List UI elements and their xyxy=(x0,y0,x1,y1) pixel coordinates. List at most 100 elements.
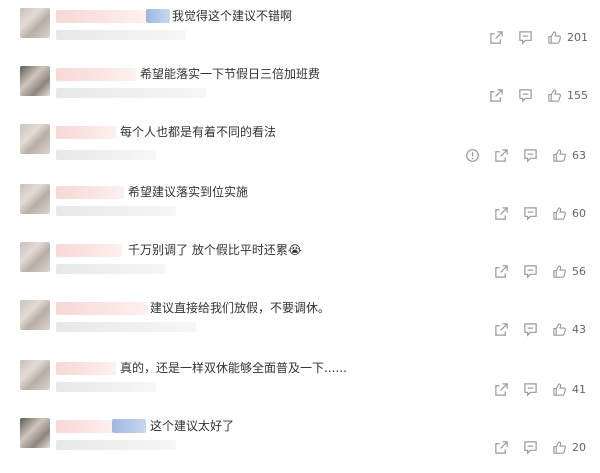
forward-icon xyxy=(490,30,503,44)
forward-icon xyxy=(495,382,508,396)
reply-button[interactable] xyxy=(523,206,538,221)
like-button[interactable]: 43 xyxy=(552,322,588,337)
forward-button[interactable] xyxy=(494,264,509,279)
comment-text: 建议直接给我们放假，不要调休。 xyxy=(150,301,331,315)
comment-meta-blurred xyxy=(56,150,156,160)
comment-actions: 56 xyxy=(480,262,588,280)
comment-feed: 我觉得这个建议不错啊 201 希望能落实一下节假日三倍加班费 155 每个人也都… xyxy=(0,0,600,473)
forward-icon xyxy=(495,264,508,278)
forward-button[interactable] xyxy=(489,88,504,103)
avatar[interactable] xyxy=(20,300,50,330)
reply-button[interactable] xyxy=(518,88,533,103)
comment-actions: 63 xyxy=(451,146,588,164)
comment-meta-blurred xyxy=(56,264,166,274)
comment-text: 希望建议落实到位实施 xyxy=(128,185,249,199)
thumbs-up-icon xyxy=(553,206,566,220)
comment-meta-blurred xyxy=(56,206,176,216)
like-count: 155 xyxy=(567,88,588,102)
forward-button[interactable] xyxy=(494,382,509,397)
like-button[interactable]: 56 xyxy=(552,264,588,279)
comment-icon xyxy=(524,206,537,221)
comment-meta-blurred xyxy=(56,382,156,392)
user-badge xyxy=(146,9,170,23)
thumbs-up-icon xyxy=(553,148,566,162)
avatar[interactable] xyxy=(20,418,50,448)
comment-actions: 201 xyxy=(475,28,588,46)
forward-button[interactable] xyxy=(494,440,509,455)
thumbs-up-icon xyxy=(548,88,561,102)
comment-icon xyxy=(524,148,537,163)
username-blurred[interactable] xyxy=(56,10,146,23)
forward-button[interactable] xyxy=(494,322,509,337)
like-button[interactable]: 20 xyxy=(552,440,588,455)
forward-button[interactable] xyxy=(494,206,509,221)
comment-actions: 20 xyxy=(480,438,588,456)
like-button[interactable]: 155 xyxy=(547,88,588,103)
like-count: 63 xyxy=(572,148,586,162)
comment-meta-blurred xyxy=(56,440,176,450)
avatar[interactable] xyxy=(20,184,50,214)
comment-icon xyxy=(519,88,532,103)
forward-button[interactable] xyxy=(489,30,504,45)
like-button[interactable]: 201 xyxy=(547,30,588,45)
like-count: 201 xyxy=(567,30,588,44)
reply-button[interactable] xyxy=(523,440,538,455)
thumbs-up-icon xyxy=(553,382,566,396)
forward-icon xyxy=(495,440,508,454)
comment-meta-blurred xyxy=(56,30,186,40)
like-count: 20 xyxy=(572,440,586,454)
avatar[interactable] xyxy=(20,360,50,390)
avatar[interactable] xyxy=(20,242,50,272)
username-blurred[interactable] xyxy=(56,186,124,199)
avatar[interactable] xyxy=(20,8,50,38)
comment-icon xyxy=(524,322,537,337)
username-blurred[interactable] xyxy=(56,244,122,257)
username-blurred[interactable] xyxy=(56,68,136,81)
reply-button[interactable] xyxy=(523,148,538,163)
thumbs-up-icon xyxy=(553,322,566,336)
forward-icon xyxy=(495,206,508,220)
forward-icon xyxy=(495,148,508,162)
forward-icon xyxy=(495,322,508,336)
like-button[interactable]: 63 xyxy=(552,148,588,163)
username-blurred[interactable] xyxy=(56,302,148,315)
thumbs-up-icon xyxy=(553,440,566,454)
thumbs-up-icon xyxy=(548,30,561,44)
comment-text: 希望能落实一下节假日三倍加班费 xyxy=(140,67,321,81)
comment-meta-blurred xyxy=(56,322,196,332)
comment-text: 我觉得这个建议不错啊 xyxy=(172,9,293,23)
comment-text: 这个建议太好了 xyxy=(150,419,235,433)
comment-text: 每个人也都是有着不同的看法 xyxy=(120,125,277,139)
comment-icon xyxy=(524,382,537,397)
like-button[interactable]: 60 xyxy=(552,206,588,221)
reply-button[interactable] xyxy=(523,322,538,337)
forward-button[interactable] xyxy=(494,148,509,163)
username-blurred[interactable] xyxy=(56,420,114,433)
comment-text: 千万别调了 放个假比平时还累😭 xyxy=(128,243,302,257)
like-count: 60 xyxy=(572,206,586,220)
user-badge xyxy=(112,419,146,433)
username-blurred[interactable] xyxy=(56,126,116,139)
reply-button[interactable] xyxy=(523,264,538,279)
username-blurred[interactable] xyxy=(56,362,116,375)
comment-text: 真的，还是一样双休能够全面普及一下...... xyxy=(120,361,347,375)
forward-icon xyxy=(490,88,503,102)
avatar[interactable] xyxy=(20,124,50,154)
reply-button[interactable] xyxy=(523,382,538,397)
comment-meta-blurred xyxy=(56,88,206,98)
report-icon xyxy=(466,148,479,162)
comment-icon xyxy=(519,30,532,45)
comment-icon xyxy=(524,264,537,279)
comment-actions: 43 xyxy=(480,320,588,338)
like-count: 43 xyxy=(572,322,586,336)
comment-icon xyxy=(524,440,537,455)
avatar[interactable] xyxy=(20,66,50,96)
comment-actions: 60 xyxy=(480,204,588,222)
comment-actions: 155 xyxy=(475,86,588,104)
report-button[interactable] xyxy=(465,148,480,163)
comment-actions: 41 xyxy=(480,380,588,398)
like-button[interactable]: 41 xyxy=(552,382,588,397)
thumbs-up-icon xyxy=(553,264,566,278)
reply-button[interactable] xyxy=(518,30,533,45)
like-count: 56 xyxy=(572,264,586,278)
